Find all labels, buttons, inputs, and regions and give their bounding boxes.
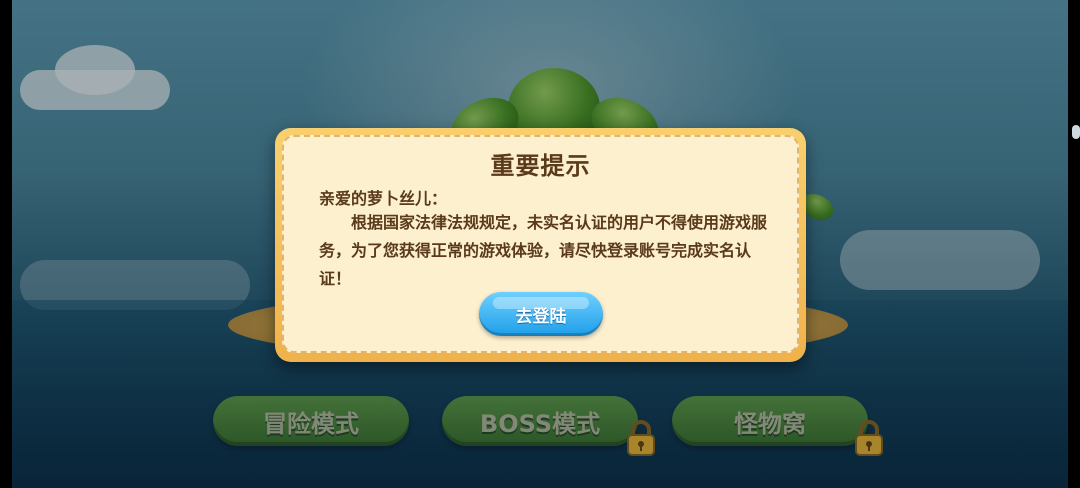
- real-name-notice-dialog: 重要提示 亲爱的萝卜丝儿： 根据国家法律法规规定，未实名认证的用户不得使用游戏服…: [275, 128, 806, 362]
- dialog-greeting: 亲爱的萝卜丝儿：: [319, 189, 448, 208]
- login-button[interactable]: 去登陆: [479, 292, 603, 336]
- side-handle[interactable]: [1072, 125, 1080, 139]
- login-button-label: 去登陆: [515, 306, 567, 327]
- game-screen: 冒险模式 BOSS模式 怪物窝 重要提示 亲爱的萝卜丝儿： 根据国家法律法规规定…: [0, 0, 1080, 488]
- dialog-title: 重要提示: [490, 152, 591, 180]
- dialog-message: 根据国家法律法规规定，未实名认证的用户不得使用游戏服务，为了您获得正常的游戏体验…: [319, 213, 768, 288]
